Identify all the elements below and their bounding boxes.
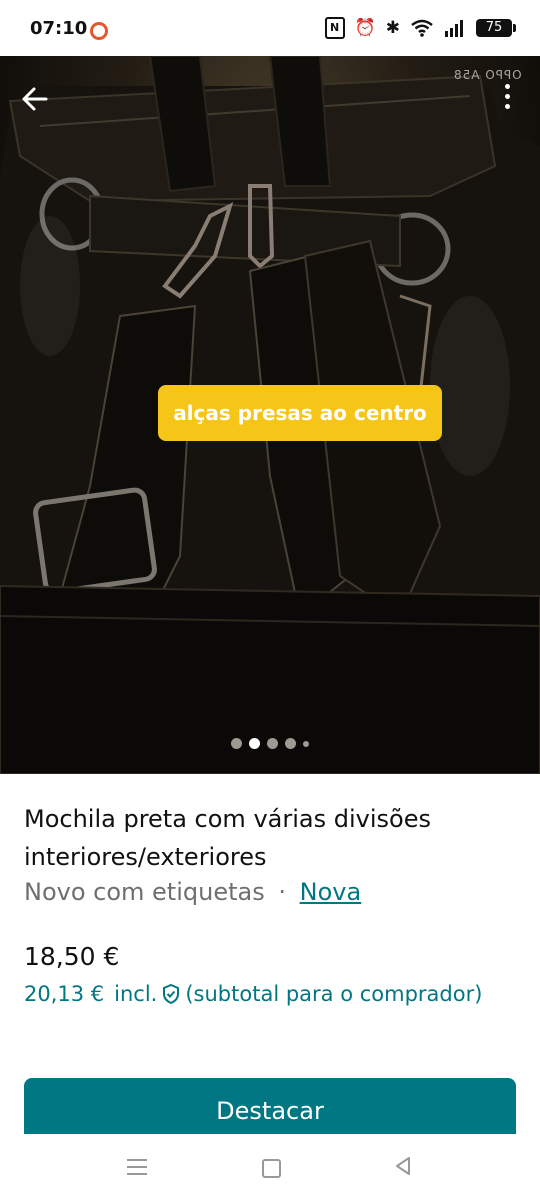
item-condition: Novo com etiquetas · Nova	[24, 878, 361, 906]
photo-tag: alças presas ao centro	[158, 385, 442, 441]
nfc-icon: N	[324, 17, 345, 39]
status-time: 07:10	[30, 18, 88, 39]
item-title: Mochila preta com várias divisões interi…	[24, 805, 431, 871]
buyer-price[interactable]: 20,13 € incl. (subtotal para o comprador…	[24, 982, 482, 1006]
arrow-left-icon	[22, 87, 48, 111]
more-dot	[504, 104, 510, 109]
home-button[interactable]	[262, 1159, 281, 1178]
notification-icon	[90, 22, 108, 40]
system-nav-bar	[0, 1134, 540, 1200]
carousel-dot[interactable]	[285, 738, 296, 749]
bluetooth-icon: ✱	[385, 18, 400, 38]
watermark: OPPO A58	[453, 68, 522, 82]
more-dot	[504, 84, 510, 89]
carousel-dot[interactable]	[231, 738, 242, 749]
condition-text: Novo com etiquetas	[24, 878, 265, 906]
menu-line	[127, 1173, 147, 1175]
condition-link[interactable]: Nova	[300, 878, 362, 906]
status-icons: N ⏰ ✱ 75	[324, 17, 516, 39]
alarm-icon: ⏰	[354, 18, 376, 38]
incl-label: incl.	[114, 982, 158, 1006]
item-price: 18,50 €	[24, 942, 120, 971]
nav-back-icon[interactable]	[394, 1156, 412, 1176]
subtotal-label: (subtotal para o comprador)	[185, 982, 483, 1006]
menu-line	[127, 1159, 147, 1161]
signal-icon	[445, 20, 463, 37]
wifi-icon	[411, 19, 433, 37]
buyer-price-value: 20,13 €	[24, 982, 105, 1006]
carousel-dot[interactable]	[303, 740, 309, 747]
carousel-indicator	[0, 738, 540, 749]
menu-line	[127, 1166, 147, 1168]
separator: ·	[278, 878, 286, 906]
more-options-button[interactable]	[502, 84, 512, 114]
product-photo[interactable]: OPPO A58 alças presas ao centro	[0, 56, 540, 774]
shield-check-icon	[163, 983, 180, 1005]
more-dot	[504, 94, 510, 99]
carousel-dot-active[interactable]	[249, 738, 260, 749]
status-bar: 07:10 N ⏰ ✱ 75	[0, 0, 540, 56]
carousel-dot[interactable]	[267, 738, 278, 749]
battery-icon: 75	[476, 19, 516, 37]
back-button[interactable]	[18, 82, 52, 116]
recent-apps-button[interactable]	[127, 1159, 147, 1180]
